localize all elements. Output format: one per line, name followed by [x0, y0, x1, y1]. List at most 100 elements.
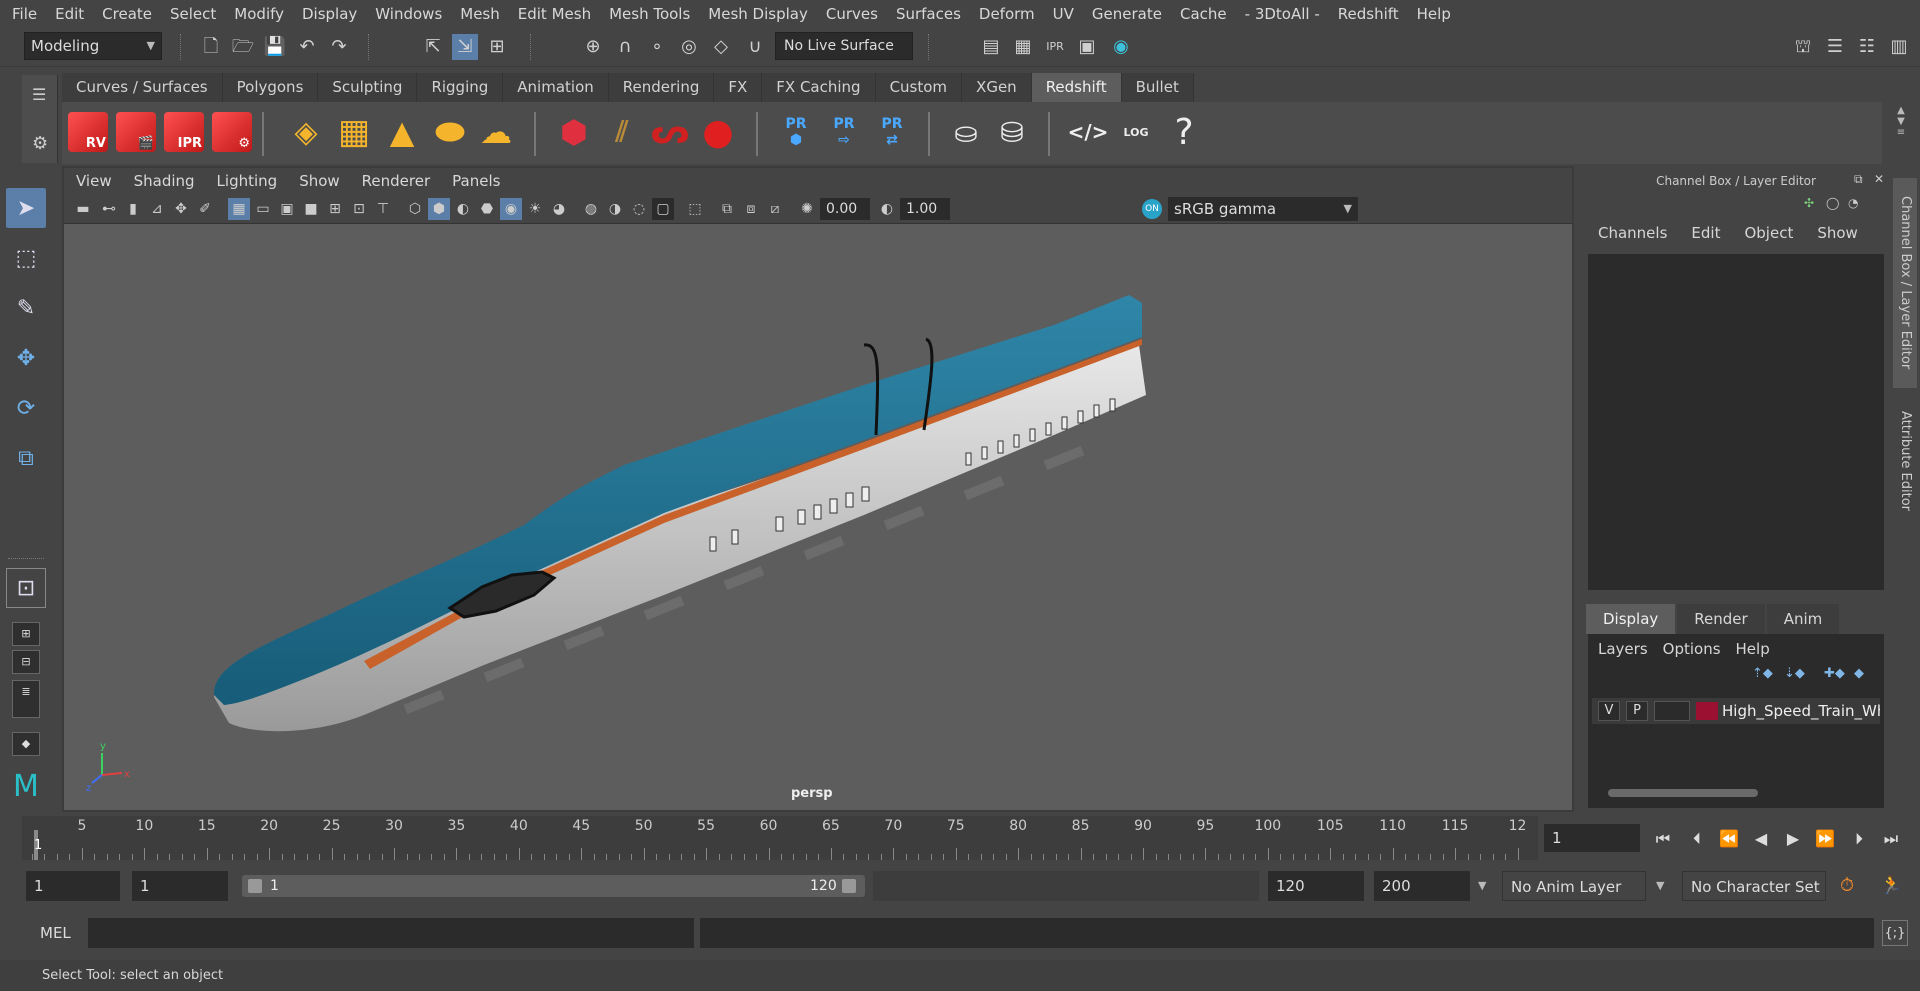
rs-bake-icon[interactable]: ⛀ [944, 108, 988, 156]
screen-space-ao-icon[interactable]: ◍ [580, 198, 602, 220]
select-tool-icon[interactable]: ➤ [6, 188, 46, 228]
tab-display[interactable]: Display [1586, 604, 1676, 634]
scrollbar-thumb[interactable] [1608, 789, 1758, 797]
float-window-icon[interactable]: ⧉ [1854, 172, 1863, 187]
color-management-toggle-icon[interactable]: ON [1142, 199, 1162, 219]
four-view-layout-icon[interactable]: ⊞ [12, 622, 40, 646]
field-chart-icon[interactable]: ⊞ [324, 198, 346, 220]
workspace-selector[interactable]: Modeling ▼ [24, 32, 162, 60]
tab-xgen[interactable]: XGen [962, 73, 1032, 102]
shadows-icon[interactable]: ◕ [548, 198, 570, 220]
range-slider[interactable]: 1 120 [242, 875, 865, 897]
gamma-field[interactable]: 1.00 [900, 198, 950, 220]
lasso-tool-icon[interactable]: ⬚ [6, 238, 46, 278]
resolution-gate-icon[interactable]: ▣ [276, 198, 298, 220]
animation-start-field[interactable]: 1 [26, 871, 120, 901]
auto-key-icon[interactable]: ⏱ [1836, 871, 1866, 901]
menu-uv[interactable]: UV [1044, 0, 1083, 28]
gamma-icon[interactable]: ◐ [876, 198, 898, 220]
xray-joints-icon[interactable]: ⧈ [740, 198, 762, 220]
menu-deform[interactable]: Deform [970, 0, 1044, 28]
rotate-tool-icon[interactable]: ⟳ [6, 388, 46, 428]
animation-end-field[interactable]: 200 [1374, 871, 1470, 901]
range-start-handle[interactable] [248, 879, 262, 893]
shelf-scroll[interactable]: ▲ ▼ ≡ [1890, 105, 1912, 163]
side-tab-attribute-editor[interactable]: Attribute Editor [1893, 396, 1917, 526]
redshift-render-sequence-button[interactable]: 🎬 [114, 108, 158, 156]
view-transform-select[interactable]: sRGB gamma ▼ [1168, 197, 1358, 221]
bookmark-icon[interactable]: ▮ [122, 198, 144, 220]
tab-render[interactable]: Render [1677, 604, 1765, 634]
rs-bake-set-icon[interactable]: ⛁ [990, 108, 1034, 156]
step-forward-frame-icon[interactable]: ⏵ [1846, 826, 1872, 852]
tab-anim[interactable]: Anim [1766, 604, 1840, 634]
menu-create[interactable]: Create [93, 0, 161, 28]
rs-light-icon[interactable]: ◈ [284, 108, 328, 156]
exposure-icon[interactable]: ✺ [796, 198, 818, 220]
gate-mask-icon[interactable]: ■ [300, 198, 322, 220]
train-model[interactable] [213, 295, 1146, 732]
motion-blur-icon[interactable]: ◑ [604, 198, 626, 220]
new-layer-selected-icon[interactable]: ◆ [1854, 666, 1864, 681]
safe-title-icon[interactable]: ⊤ [372, 198, 394, 220]
rs-proxy-export-button[interactable]: PR ⇨ [822, 108, 866, 156]
move-layer-down-icon[interactable]: ⇣◆ [1784, 666, 1805, 681]
menu-mesh-display[interactable]: Mesh Display [699, 0, 817, 28]
rs-material-ball-icon[interactable]: ● [696, 108, 740, 156]
side-tab-channel-box[interactable]: Channel Box / Layer Editor [1893, 178, 1917, 388]
manipulator-icon[interactable]: ✣ [1804, 196, 1814, 210]
code-window-icon[interactable]: </> [1066, 108, 1110, 156]
tab-sculpting[interactable]: Sculpting [318, 73, 418, 102]
rs-hair-icon[interactable]: ⫽ [600, 108, 644, 156]
render-view-icon[interactable]: ▤ [978, 34, 1004, 60]
speed-icon[interactable]: ◯ [1826, 196, 1839, 210]
object-menu[interactable]: Object [1732, 221, 1805, 245]
viewport-menu-panels[interactable]: Panels [441, 168, 511, 194]
rs-proxy-swap-button[interactable]: PR ⇄ [870, 108, 914, 156]
rs-area-light-icon[interactable]: ▦ [332, 108, 376, 156]
grid-icon[interactable]: ▦ [228, 198, 250, 220]
menu-edit[interactable]: Edit [46, 0, 93, 28]
viewport-menu-view[interactable]: View [64, 168, 123, 194]
isolate-select-icon[interactable]: ⬚ [684, 198, 706, 220]
tool-settings-toggle-icon[interactable]: ☷ [1854, 34, 1880, 60]
tab-fx[interactable]: FX [714, 73, 763, 102]
tab-animation[interactable]: Animation [503, 73, 609, 102]
menu-file[interactable]: File [0, 0, 46, 28]
tab-redshift[interactable]: Redshift [1031, 73, 1122, 102]
chevron-down-icon[interactable]: ▼ [1656, 871, 1680, 901]
smooth-shade-icon[interactable]: ⬢ [428, 198, 450, 220]
2d-pan-zoom-icon[interactable]: ✥ [170, 198, 192, 220]
outliner-layout-icon[interactable]: ≣ [12, 680, 40, 718]
new-layer-icon[interactable]: ✚◆ [1824, 666, 1845, 681]
gear-icon[interactable]: ⚙ [32, 133, 48, 154]
select-object-icon[interactable]: ⇲ [452, 34, 478, 60]
layer-color-swatch[interactable] [1696, 702, 1718, 720]
redshift-settings-button[interactable]: ⚙ [210, 108, 254, 156]
tab-fx-caching[interactable]: FX Caching [762, 73, 876, 102]
rs-sun-sky-icon[interactable]: ☁ [474, 108, 518, 156]
show-menu[interactable]: Show [1805, 221, 1869, 245]
xray-icon[interactable]: ⧉ [716, 198, 738, 220]
undo-icon[interactable]: ↶ [294, 34, 320, 60]
film-gate-icon[interactable]: ▭ [252, 198, 274, 220]
step-forward-key-icon[interactable]: ⏩ [1812, 826, 1838, 852]
scale-tool-icon[interactable]: ⧉ [6, 438, 46, 478]
tab-rendering[interactable]: Rendering [608, 73, 715, 102]
character-set-select[interactable]: No Character Set [1682, 871, 1826, 901]
menu-edit-mesh[interactable]: Edit Mesh [509, 0, 600, 28]
chevron-down-icon[interactable]: ▼ [1478, 871, 1502, 901]
script-language-label[interactable]: MEL [40, 914, 71, 952]
viewport-menu-lighting[interactable]: Lighting [206, 168, 289, 194]
log-icon[interactable]: LOG [1114, 108, 1158, 156]
tab-bullet[interactable]: Bullet [1121, 73, 1194, 102]
use-all-lights-icon[interactable]: ☀ [524, 198, 546, 220]
time-slider[interactable]: 5 10 15 20 25 30 35 40 45 50 55 60 65 70 75 80 85 90 95 100… [22, 816, 1538, 860]
depth-of-field-icon[interactable]: ▢ [652, 198, 674, 220]
range-end-handle[interactable] [842, 879, 856, 893]
viewport-menu-show[interactable]: Show [288, 168, 350, 194]
play-backwards-icon[interactable]: ◀ [1748, 826, 1774, 852]
viewport-menu-renderer[interactable]: Renderer [351, 168, 441, 194]
anim-preferences-icon[interactable]: 🏃 [1876, 871, 1906, 901]
layer-name[interactable]: High_Speed_Train_Wh [1722, 698, 1880, 724]
